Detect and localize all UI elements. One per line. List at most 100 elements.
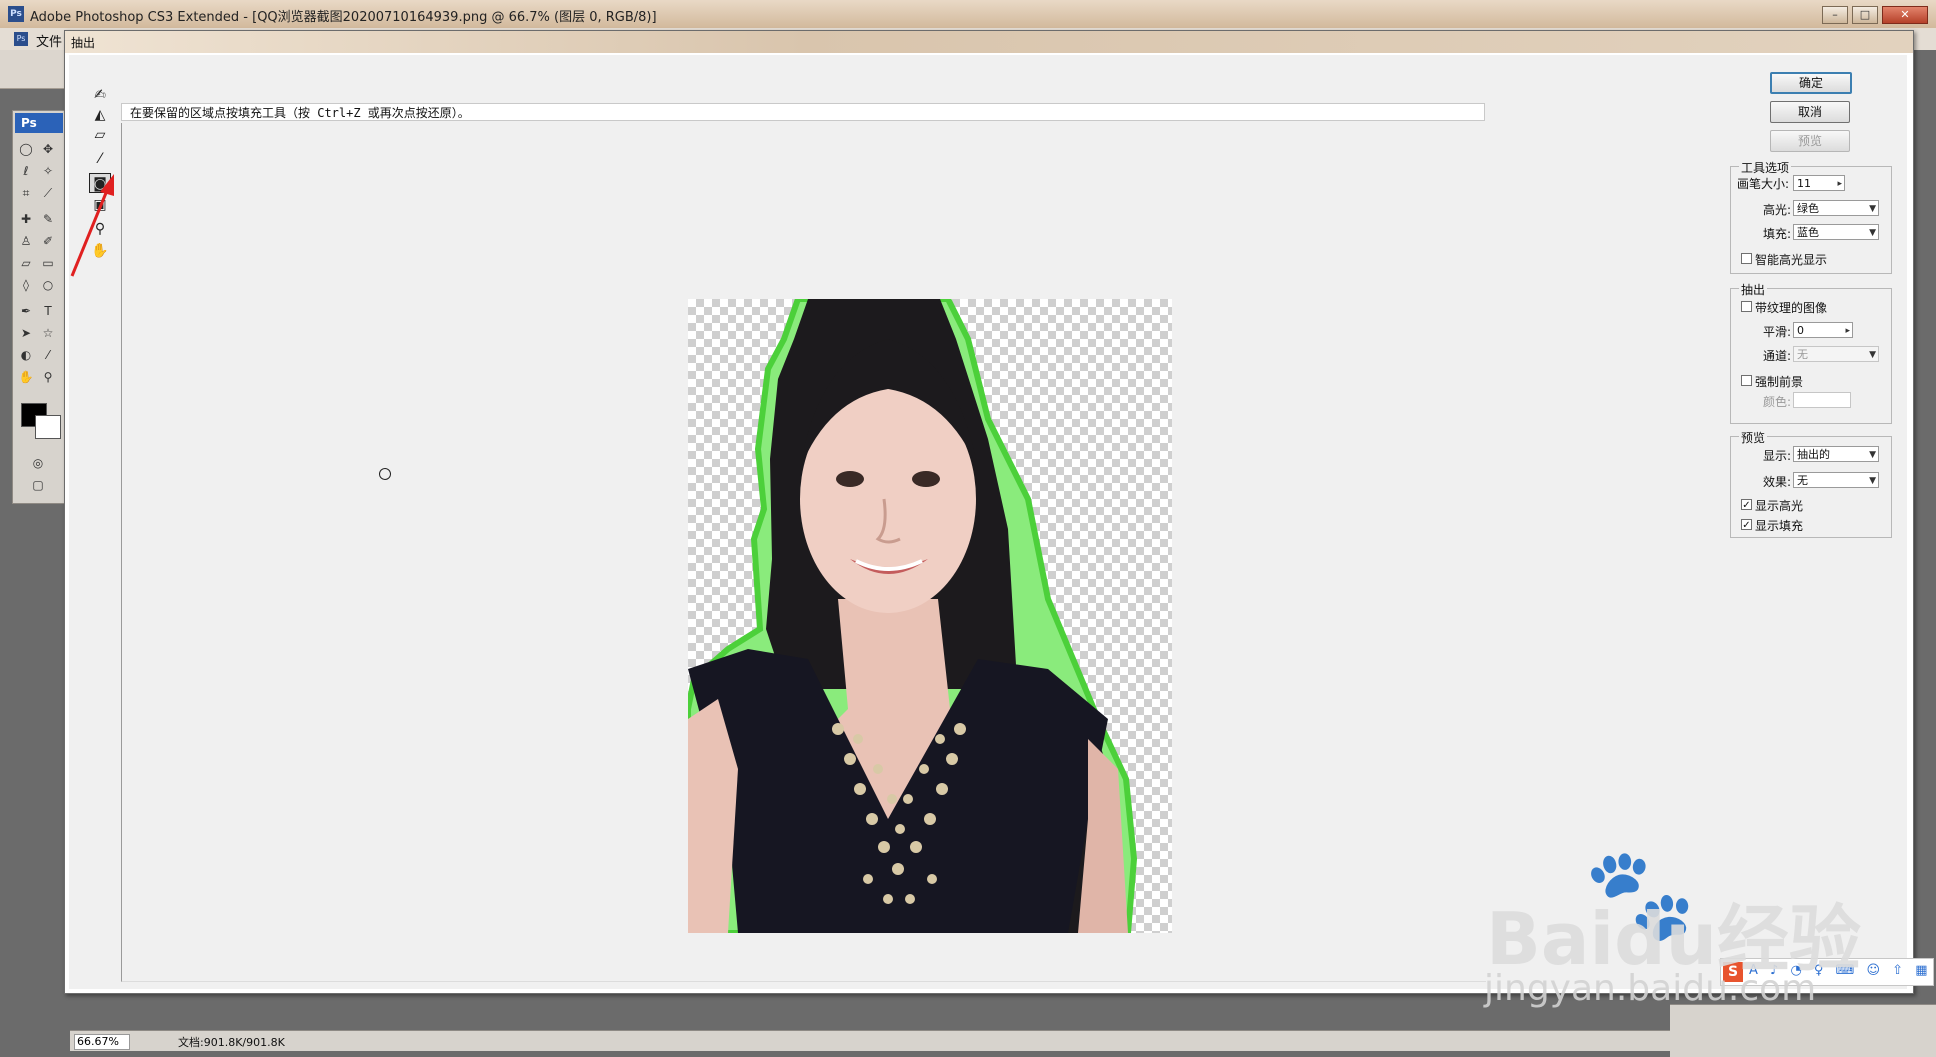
screen-mode-icon[interactable]: ▢ bbox=[29, 477, 47, 493]
extracted-photo[interactable] bbox=[685, 296, 1172, 936]
options-bar bbox=[0, 50, 70, 89]
menu-file[interactable]: 文件 bbox=[36, 31, 62, 50]
highlight-select[interactable]: 绿色 ▼ bbox=[1793, 200, 1879, 216]
smooth-input[interactable]: 0 ▸ bbox=[1793, 322, 1853, 338]
lasso-tool-icon[interactable]: ℓ bbox=[17, 163, 35, 179]
extract-dialog: 抽出 ✍ ◭ ▱ ⁄ ◙ ▣ ⚲ ✋ 在要保留的区域点按填充工具（按 Ctrl+… bbox=[64, 30, 1914, 994]
force-foreground-checkbox[interactable] bbox=[1741, 375, 1752, 386]
eraser-icon[interactable]: ▱ bbox=[89, 125, 111, 145]
cleanup-tool-icon[interactable]: ◙ bbox=[89, 173, 111, 193]
effect-select[interactable]: 无 ▼ bbox=[1793, 472, 1879, 488]
ime-tool-icons[interactable]: A ♪ ◔ ♀ ⌨ ☺ ⇧ ▦ bbox=[1749, 963, 1931, 978]
ime-toolbar: S A ♪ ◔ ♀ ⌨ ☺ ⇧ ▦ bbox=[1720, 958, 1934, 986]
hint-text: 在要保留的区域点按填充工具（按 Ctrl+Z 或再次点按还原）。 bbox=[121, 103, 1485, 121]
chevron-down-icon: ▼ bbox=[1869, 228, 1876, 238]
brush-size-label: 画笔大小: bbox=[1737, 177, 1790, 191]
brush-size-value: 11 bbox=[1797, 177, 1811, 190]
preview-canvas-area[interactable] bbox=[121, 123, 1486, 982]
path-select-icon[interactable]: ➤ bbox=[17, 325, 35, 341]
status-bar: 66.67% 文档:901.8K/901.8K bbox=[70, 1030, 1670, 1051]
eyedropper-icon[interactable]: ⁄ bbox=[39, 347, 57, 363]
show-label: 显示: bbox=[1763, 449, 1792, 463]
dialog-titlebar: 抽出 bbox=[65, 31, 1913, 53]
color-label: 颜色: bbox=[1763, 395, 1792, 409]
highlight-value: 绿色 bbox=[1797, 202, 1819, 215]
healing-brush-icon[interactable]: ✚ bbox=[17, 211, 35, 227]
shape-tool-icon[interactable]: ☆ bbox=[39, 325, 57, 341]
brush-size-input[interactable]: 11 ▸ bbox=[1793, 175, 1845, 191]
pen-tool-icon[interactable]: ✒ bbox=[17, 303, 35, 319]
layers-panel-footer bbox=[1670, 1004, 1936, 1057]
show-value: 抽出的 bbox=[1797, 448, 1830, 461]
toolbox: Ps ◯ ✥ ℓ ✧ ⌗ ⟋ ✚ ✎ ♙ ✐ ▱ ▭ ◊ ○ ✒ T ➤ ☆ ◐… bbox=[12, 110, 66, 504]
notes-tool-icon[interactable]: ◐ bbox=[17, 347, 35, 363]
extracted-portrait-illustration bbox=[685, 296, 1138, 936]
crop-tool-icon[interactable]: ⌗ bbox=[17, 185, 35, 201]
preview-group: 预览 显示: 抽出的 ▼ 效果: 无 ▼ ✓ 显示高光 ✓ 显示填充 bbox=[1730, 429, 1892, 538]
type-tool-icon[interactable]: T bbox=[39, 303, 57, 319]
fill-select[interactable]: 蓝色 ▼ bbox=[1793, 224, 1879, 240]
magic-wand-icon[interactable]: ✧ bbox=[39, 163, 57, 179]
show-select[interactable]: 抽出的 ▼ bbox=[1793, 446, 1879, 462]
show-highlight-label: 显示高光 bbox=[1755, 499, 1804, 513]
smart-highlight-checkbox[interactable] bbox=[1741, 253, 1752, 264]
gradient-tool-icon[interactable]: ▭ bbox=[39, 255, 57, 271]
stamp-tool-icon[interactable]: ♙ bbox=[17, 233, 35, 249]
history-brush-icon[interactable]: ✐ bbox=[39, 233, 57, 249]
extraction-title: 抽出 bbox=[1739, 281, 1768, 298]
show-fill-label: 显示填充 bbox=[1755, 519, 1804, 533]
slider-arrow-icon[interactable]: ▸ bbox=[1837, 176, 1842, 192]
smooth-value: 0 bbox=[1797, 324, 1804, 337]
brush-cursor-icon bbox=[379, 468, 391, 480]
zoom-tool-icon[interactable]: ⚲ bbox=[39, 369, 57, 385]
cancel-button[interactable]: 取消 bbox=[1770, 101, 1850, 123]
fill-value: 蓝色 bbox=[1797, 226, 1819, 239]
preview-button[interactable]: 预览 bbox=[1770, 130, 1850, 152]
force-foreground-label: 强制前景 bbox=[1755, 375, 1804, 389]
hand-tool-icon[interactable]: ✋ bbox=[17, 369, 35, 385]
app-titlebar: Ps Adobe Photoshop CS3 Extended - [QQ浏览器… bbox=[0, 0, 1936, 29]
background-color-swatch[interactable] bbox=[35, 415, 61, 439]
hand-icon[interactable]: ✋ bbox=[89, 241, 111, 261]
chevron-down-icon: ▼ bbox=[1869, 350, 1876, 360]
marquee-tool-icon[interactable]: ◯ bbox=[17, 141, 35, 157]
minimize-button[interactable]: – bbox=[1822, 6, 1848, 24]
eraser-tool-icon[interactable]: ▱ bbox=[17, 255, 35, 271]
show-highlight-checkbox[interactable]: ✓ bbox=[1741, 499, 1752, 511]
fill-bucket-icon[interactable]: ◭ bbox=[89, 105, 111, 125]
effect-value: 无 bbox=[1797, 474, 1808, 487]
slider-arrow-icon[interactable]: ▸ bbox=[1845, 323, 1850, 339]
dialog-body: ✍ ◭ ▱ ⁄ ◙ ▣ ⚲ ✋ 在要保留的区域点按填充工具（按 Ctrl+Z 或… bbox=[69, 55, 1907, 989]
ps-menu-icon[interactable]: Ps bbox=[14, 32, 28, 46]
sogou-logo-icon[interactable]: S bbox=[1723, 962, 1743, 982]
brush-tool-icon[interactable]: ✎ bbox=[39, 211, 57, 227]
fill-label: 填充: bbox=[1763, 227, 1792, 241]
blur-tool-icon[interactable]: ◊ bbox=[17, 277, 35, 293]
photoshop-logo-icon: Ps bbox=[8, 6, 24, 22]
chevron-down-icon: ▼ bbox=[1869, 204, 1876, 214]
edge-touchup-icon[interactable]: ▣ bbox=[89, 195, 111, 215]
close-button[interactable]: ✕ bbox=[1882, 6, 1928, 24]
window-title: Adobe Photoshop CS3 Extended - [QQ浏览器截图2… bbox=[30, 10, 657, 25]
dodge-tool-icon[interactable]: ○ bbox=[39, 277, 57, 293]
slice-tool-icon[interactable]: ⟋ bbox=[39, 185, 57, 201]
highlight-label: 高光: bbox=[1763, 203, 1792, 217]
document-size: 文档:901.8K/901.8K bbox=[178, 1036, 285, 1049]
zoom-icon[interactable]: ⚲ bbox=[89, 219, 111, 239]
zoom-level[interactable]: 66.67% bbox=[74, 1034, 130, 1050]
chevron-down-icon: ▼ bbox=[1869, 476, 1876, 486]
extraction-group: 抽出 带纹理的图像 平滑: 0 ▸ 通道: 无 ▼ 强制前景 颜色: bbox=[1730, 281, 1892, 424]
show-fill-checkbox[interactable]: ✓ bbox=[1741, 519, 1752, 531]
textured-image-checkbox[interactable] bbox=[1741, 301, 1752, 312]
chevron-down-icon: ▼ bbox=[1869, 450, 1876, 460]
quick-mask-icon[interactable]: ◎ bbox=[29, 455, 47, 471]
textured-image-label: 带纹理的图像 bbox=[1755, 301, 1828, 315]
channel-select[interactable]: 无 ▼ bbox=[1793, 346, 1879, 362]
move-tool-icon[interactable]: ✥ bbox=[39, 141, 57, 157]
ok-button[interactable]: 确定 bbox=[1770, 72, 1852, 94]
maximize-button[interactable]: □ bbox=[1852, 6, 1878, 24]
eyedropper-icon[interactable]: ⁄ bbox=[89, 149, 111, 169]
smart-highlight-label: 智能高光显示 bbox=[1755, 253, 1828, 267]
color-swatch[interactable] bbox=[1793, 392, 1851, 408]
edge-highlighter-icon[interactable]: ✍ bbox=[89, 85, 111, 105]
